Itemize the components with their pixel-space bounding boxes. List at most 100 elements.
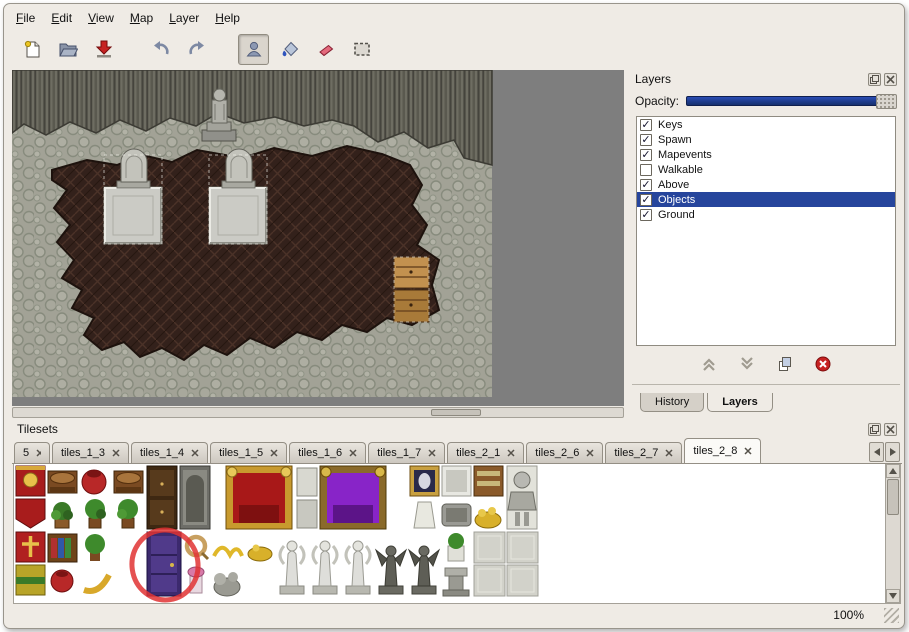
close-panel-button[interactable] <box>884 73 897 86</box>
undo-icon <box>151 39 171 59</box>
open-map-button[interactable] <box>52 34 83 65</box>
tile-white-urn <box>297 468 317 528</box>
tab-layers[interactable]: Layers <box>707 393 772 412</box>
tileset-vscroll-thumb[interactable] <box>887 479 899 515</box>
tileset-tab[interactable]: 5 <box>14 442 50 463</box>
select-tool-button[interactable] <box>346 34 377 65</box>
float-panel-button[interactable] <box>868 423 881 436</box>
tileset-vertical-scrollbar[interactable] <box>885 464 900 603</box>
tileset-tab-label: tiles_1_6 <box>298 447 342 459</box>
tile-plant <box>117 499 138 528</box>
lower-layer-button[interactable] <box>739 356 755 375</box>
tile-red-pot <box>82 470 106 494</box>
opacity-label: Opacity: <box>635 94 679 108</box>
tile-red-pot <box>51 570 73 592</box>
new-file-icon <box>22 39 42 59</box>
layer-row-above[interactable]: ✓ Above <box>637 177 895 192</box>
layer-visibility-checkbox[interactable]: ✓ <box>640 194 652 206</box>
close-tab-icon[interactable] <box>349 449 357 457</box>
layer-visibility-checkbox[interactable]: ✓ <box>640 149 652 161</box>
opacity-slider-handle[interactable] <box>876 94 897 109</box>
tileset-tab[interactable]: tiles_1_6 <box>289 442 366 463</box>
tileset-tab[interactable]: tiles_1_4 <box>131 442 208 463</box>
layer-row-spawn[interactable]: ✓ Spawn <box>637 132 895 147</box>
menu-map[interactable]: Map <box>122 8 161 28</box>
divider <box>632 384 900 385</box>
tileset-tab[interactable]: tiles_1_3 <box>52 442 129 463</box>
map-hscroll-thumb[interactable] <box>431 409 481 416</box>
layer-row-mapevents[interactable]: ✓ Mapevents <box>637 147 895 162</box>
tileset-tab[interactable]: tiles_1_7 <box>368 442 445 463</box>
tab-scroll-right-button[interactable] <box>885 442 900 462</box>
layer-row-keys[interactable]: ✓ Keys <box>637 117 895 132</box>
tile-angel-statue <box>280 541 304 594</box>
menu-file[interactable]: File <box>8 8 43 28</box>
fill-tool-button[interactable] <box>274 34 305 65</box>
close-tab-icon[interactable] <box>507 449 515 457</box>
scroll-down-button[interactable] <box>886 589 900 603</box>
duplicate-layer-button[interactable] <box>777 356 793 375</box>
layer-name: Objects <box>658 194 695 206</box>
new-map-button[interactable] <box>16 34 47 65</box>
tileset-canvas[interactable] <box>13 464 901 604</box>
tab-scroll-left-button[interactable] <box>869 442 884 462</box>
float-panel-button[interactable] <box>868 73 881 86</box>
layer-name: Walkable <box>658 164 703 176</box>
layer-visibility-checkbox[interactable]: ✓ <box>640 179 652 191</box>
layer-row-objects[interactable]: ✓ Objects <box>637 192 895 207</box>
redo-button[interactable] <box>181 34 212 65</box>
tileset-tab-label: tiles_2_7 <box>614 447 658 459</box>
undo-button[interactable] <box>145 34 176 65</box>
tab-history[interactable]: History <box>640 393 704 412</box>
layer-list: ✓ Keys ✓ Spawn ✓ Mapevents Walkable ✓ Ab… <box>636 116 896 346</box>
close-tab-icon[interactable] <box>191 449 199 457</box>
menu-help[interactable]: Help <box>207 8 248 28</box>
tileset-tab[interactable]: tiles_1_5 <box>210 442 287 463</box>
map-canvas[interactable] <box>12 70 624 406</box>
stamp-tool-button[interactable] <box>238 34 269 65</box>
purple-door-tile <box>147 532 181 596</box>
raise-layer-button[interactable] <box>701 356 717 375</box>
tile-rock-pile <box>214 572 240 596</box>
tileset-tab-label: tiles_2_8 <box>693 445 737 457</box>
tileset-tab[interactable]: tiles_2_6 <box>526 442 603 463</box>
delete-layer-button[interactable] <box>815 356 831 375</box>
tileset-render <box>14 464 559 604</box>
opacity-slider[interactable] <box>686 96 897 106</box>
tile-framed-picture <box>410 466 439 496</box>
tileset-tab-active[interactable]: tiles_2_8 <box>684 438 761 463</box>
tile-purple-throne <box>320 466 386 529</box>
save-map-button[interactable] <box>88 34 119 65</box>
eraser-icon <box>316 39 336 59</box>
close-tab-icon[interactable] <box>744 447 752 455</box>
map-horizontal-scrollbar[interactable] <box>12 407 624 418</box>
tile-white-cabinet <box>442 466 471 496</box>
tile-stone-block <box>507 532 538 563</box>
menu-view[interactable]: View <box>80 8 122 28</box>
tile-gargoyle <box>409 546 439 594</box>
resize-grip[interactable] <box>884 608 899 623</box>
layer-row-walkable[interactable]: Walkable <box>637 162 895 177</box>
close-tab-icon[interactable] <box>586 449 594 457</box>
layer-visibility-checkbox[interactable]: ✓ <box>640 209 652 221</box>
eraser-tool-button[interactable] <box>310 34 341 65</box>
layer-row-ground[interactable]: ✓ Ground <box>637 207 895 222</box>
tileset-tab[interactable]: tiles_2_1 <box>447 442 524 463</box>
layers-panel-title: Layers <box>635 72 671 86</box>
menu-edit[interactable]: Edit <box>43 8 80 28</box>
menu-layer[interactable]: Layer <box>161 8 207 28</box>
layer-visibility-checkbox[interactable]: ✓ <box>640 134 652 146</box>
close-tab-icon[interactable] <box>112 449 120 457</box>
layer-visibility-checkbox[interactable]: ✓ <box>640 119 652 131</box>
close-tab-icon[interactable] <box>665 449 673 457</box>
tile-angel-statue <box>313 541 337 594</box>
menu-bar: File Edit View Map Layer Help <box>8 7 900 29</box>
close-tab-icon[interactable] <box>36 449 41 457</box>
close-tab-icon[interactable] <box>270 449 278 457</box>
close-tab-icon[interactable] <box>428 449 436 457</box>
layer-visibility-checkbox[interactable] <box>640 164 652 176</box>
close-panel-button[interactable] <box>884 423 897 436</box>
scroll-up-button[interactable] <box>886 464 900 478</box>
stamp-person-icon <box>244 39 264 59</box>
tileset-tab[interactable]: tiles_2_7 <box>605 442 682 463</box>
